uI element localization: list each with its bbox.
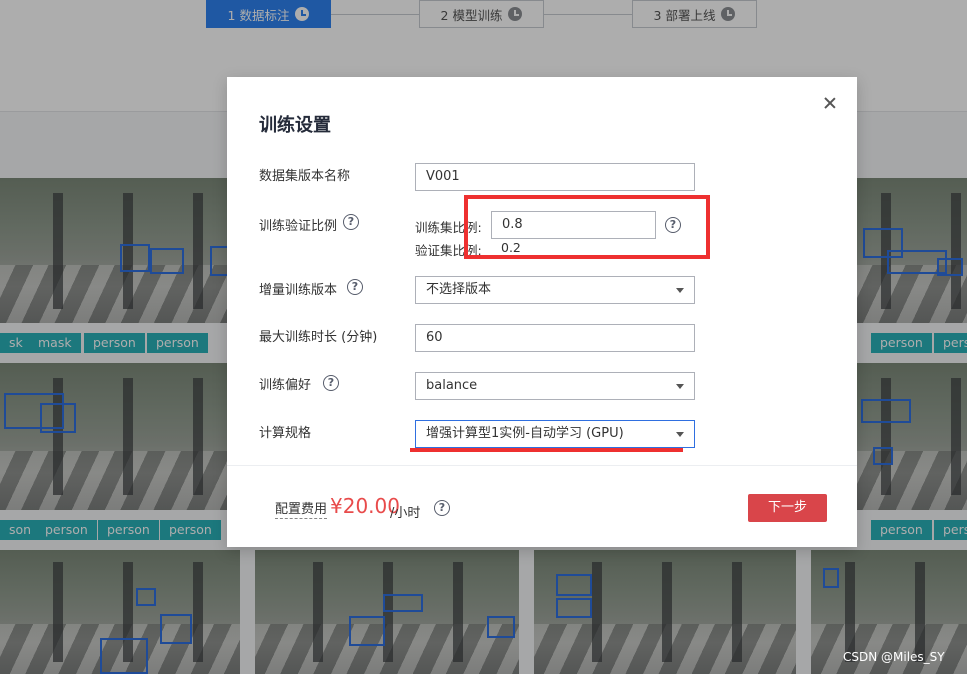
max-training-time-label: 最大训练时长 (分钟) [259, 330, 378, 345]
compute-spec-select[interactable]: 增强计算型1实例-自动学习 (GPU) [415, 420, 695, 448]
help-icon[interactable]: ? [343, 214, 359, 230]
watermark-text: CSDN @Miles_SY [843, 650, 945, 664]
dataset-version-input[interactable]: V001 [415, 163, 695, 191]
max-training-time-input[interactable]: 60 [415, 324, 695, 352]
training-preference-select[interactable]: balance [415, 372, 695, 400]
fee-label[interactable]: 配置费用 [275, 502, 328, 519]
dataset-version-label: 数据集版本名称 [259, 169, 351, 184]
help-icon[interactable]: ? [347, 279, 363, 295]
incremental-version-select[interactable]: 不选择版本 [415, 276, 695, 304]
dialog-title: 训练设置 [259, 115, 331, 136]
split-ratio-label: 训练验证比例 [259, 219, 338, 234]
training-preference-label: 训练偏好 [259, 378, 312, 393]
incremental-version-label: 增量训练版本 [259, 283, 338, 298]
fee-unit: /小时 [390, 506, 421, 521]
highlight-underline [410, 448, 683, 452]
close-icon[interactable] [822, 95, 838, 111]
dialog-footer: 配置费用 ¥20.00 /小时 ? 下一步 [227, 465, 857, 547]
help-icon[interactable]: ? [323, 375, 339, 391]
help-icon[interactable]: ? [434, 500, 450, 516]
training-settings-dialog: 训练设置 数据集版本名称 V001 训练验证比例 ? 训练集比例: 0.8 ? … [227, 77, 857, 547]
next-step-button[interactable]: 下一步 [748, 494, 827, 522]
highlight-rectangle [464, 195, 710, 259]
compute-spec-label: 计算规格 [259, 426, 312, 441]
